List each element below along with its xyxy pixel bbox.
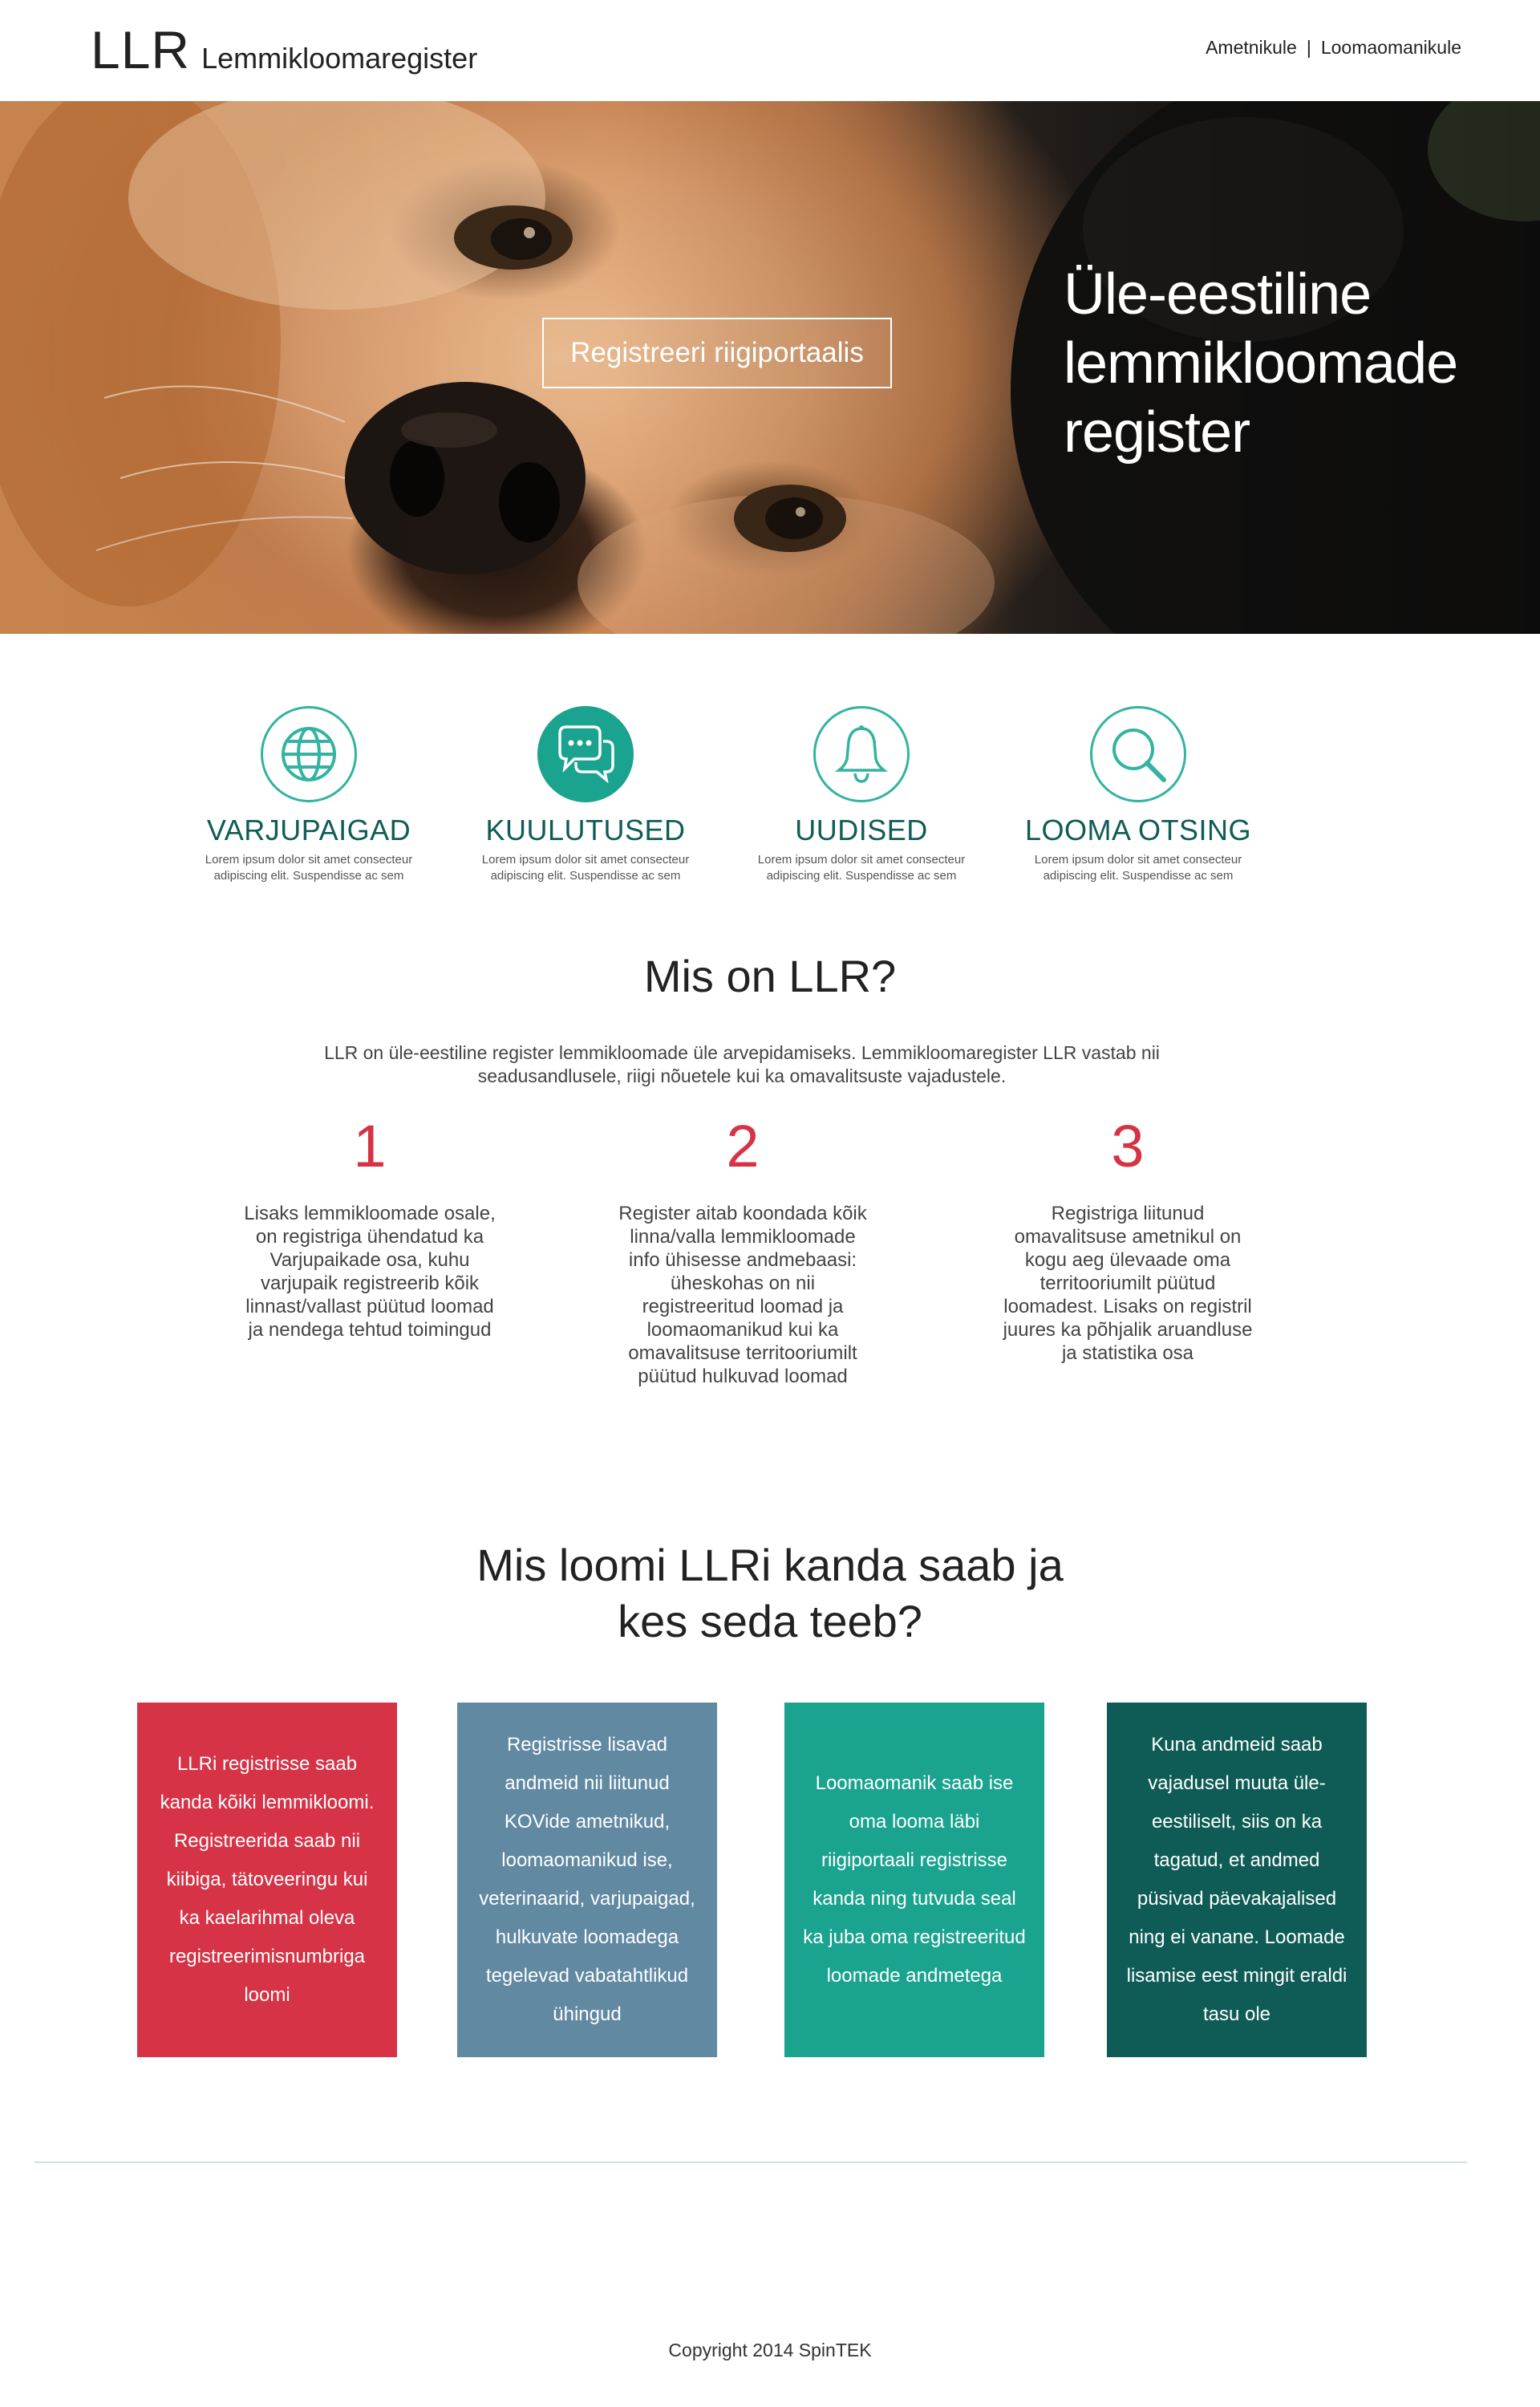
info-box-blue: Registrisse lisavad andmeid nii liitunud…: [457, 1703, 717, 2057]
feature-text: Lorem ipsum dolor sit amet consecteur ad…: [757, 853, 966, 883]
about-intro: LLR on üle-eestiline register lemmikloom…: [324, 1042, 1160, 1086]
top-nav: Ametnikule | Loomaomanikule: [1206, 37, 1461, 59]
feature-kuulutused[interactable]: KUULUTUSED Lorem ipsum dolor sit amet co…: [457, 706, 714, 884]
globe-icon: [261, 706, 357, 802]
who-title-line-1: Mis loomi LLRi kanda saab ja: [476, 1540, 1064, 1590]
info-box-text: LLRi registrisse saab kanda kõiki lemmik…: [160, 1753, 375, 2006]
feature-title: UUDISED: [795, 814, 928, 846]
feature-text: Lorem ipsum dolor sit amet consecteur ad…: [205, 853, 413, 883]
step-number: 3: [1111, 1113, 1145, 1179]
about-column-3: 3 Registriga liitunud omavalitsuse ametn…: [999, 1110, 1256, 1365]
nav-separator: |: [1306, 37, 1311, 58]
step-text: Register aitab koondada kõik linna/valla…: [618, 1203, 867, 1387]
feature-varjupaigad[interactable]: VARJUPAIGAD Lorem ipsum dolor sit amet c…: [180, 706, 437, 884]
info-box-teal: Loomaomanik saab ise oma looma läbi riig…: [784, 1703, 1044, 2057]
info-box-text: Kuna andmeid saab vajadusel muuta üle-ee…: [1126, 1734, 1348, 2025]
footer-copyright: Copyright 2014 SpinTEK: [668, 2340, 872, 2360]
feature-uudised[interactable]: UUDISED Lorem ipsum dolor sit amet conse…: [733, 706, 990, 884]
hero-banner: Registreeri riigiportaalis Üle-eestiline…: [0, 101, 1540, 634]
info-box-text: Registrisse lisavad andmeid nii liitunud…: [479, 1734, 695, 2025]
who-title: Mis loomi LLRi kanda saab ja kes seda te…: [0, 1537, 1540, 1650]
footer-divider: [34, 2161, 1467, 2163]
step-text: Registriga liitunud omavalitsuse ametnik…: [1003, 1203, 1253, 1364]
who-title-line-2: kes seda teeb?: [618, 1596, 922, 1646]
feature-text: Lorem ipsum dolor sit amet consecteur ad…: [481, 853, 690, 883]
site-header: LLR Lemmikloomaregister Ametnikule | Loo…: [0, 0, 1540, 101]
chat-bubbles-icon: [537, 706, 634, 802]
info-box-dark-teal: Kuna andmeid saab vajadusel muuta üle-ee…: [1107, 1703, 1367, 2057]
logo-mark: LLR: [91, 20, 191, 79]
about-column-1: 1 Lisaks lemmikloomade osale, on registr…: [241, 1110, 498, 1342]
about-column-2: 2 Register aitab koondada kõik linna/val…: [614, 1110, 871, 1388]
register-portal-button[interactable]: Registreeri riigiportaalis: [542, 318, 892, 388]
logo-text: Lemmikloomaregister: [201, 42, 478, 75]
nav-link-loomaomanikule[interactable]: Loomaomanikule: [1321, 37, 1461, 59]
site-logo[interactable]: LLR Lemmikloomaregister: [91, 18, 477, 91]
about-title: Mis on LLR?: [643, 951, 897, 1001]
features-row: VARJUPAIGAD Lorem ipsum dolor sit amet c…: [0, 706, 1540, 899]
nav-link-ametnikule[interactable]: Ametnikule: [1206, 37, 1297, 59]
info-box-text: Loomaomanik saab ise oma looma läbi riig…: [803, 1772, 1026, 1987]
hero-title: Üle-eestiline lemmikloomade register: [1064, 262, 1458, 465]
feature-text: Lorem ipsum dolor sit amet consecteur ad…: [1034, 853, 1242, 883]
feature-title: LOOMA OTSING: [1024, 814, 1252, 846]
search-icon: [1090, 706, 1186, 802]
feature-looma-otsing[interactable]: LOOMA OTSING Lorem ipsum dolor sit amet …: [1010, 706, 1266, 884]
step-number: 2: [726, 1113, 760, 1179]
feature-title: KUULUTUSED: [485, 814, 686, 846]
info-box-red: LLRi registrisse saab kanda kõiki lemmik…: [137, 1703, 397, 2057]
feature-title: VARJUPAIGAD: [206, 814, 411, 846]
step-number: 1: [353, 1113, 387, 1179]
step-text: Lisaks lemmikloomade osale, on registrig…: [244, 1203, 496, 1341]
bell-icon: [813, 706, 910, 802]
